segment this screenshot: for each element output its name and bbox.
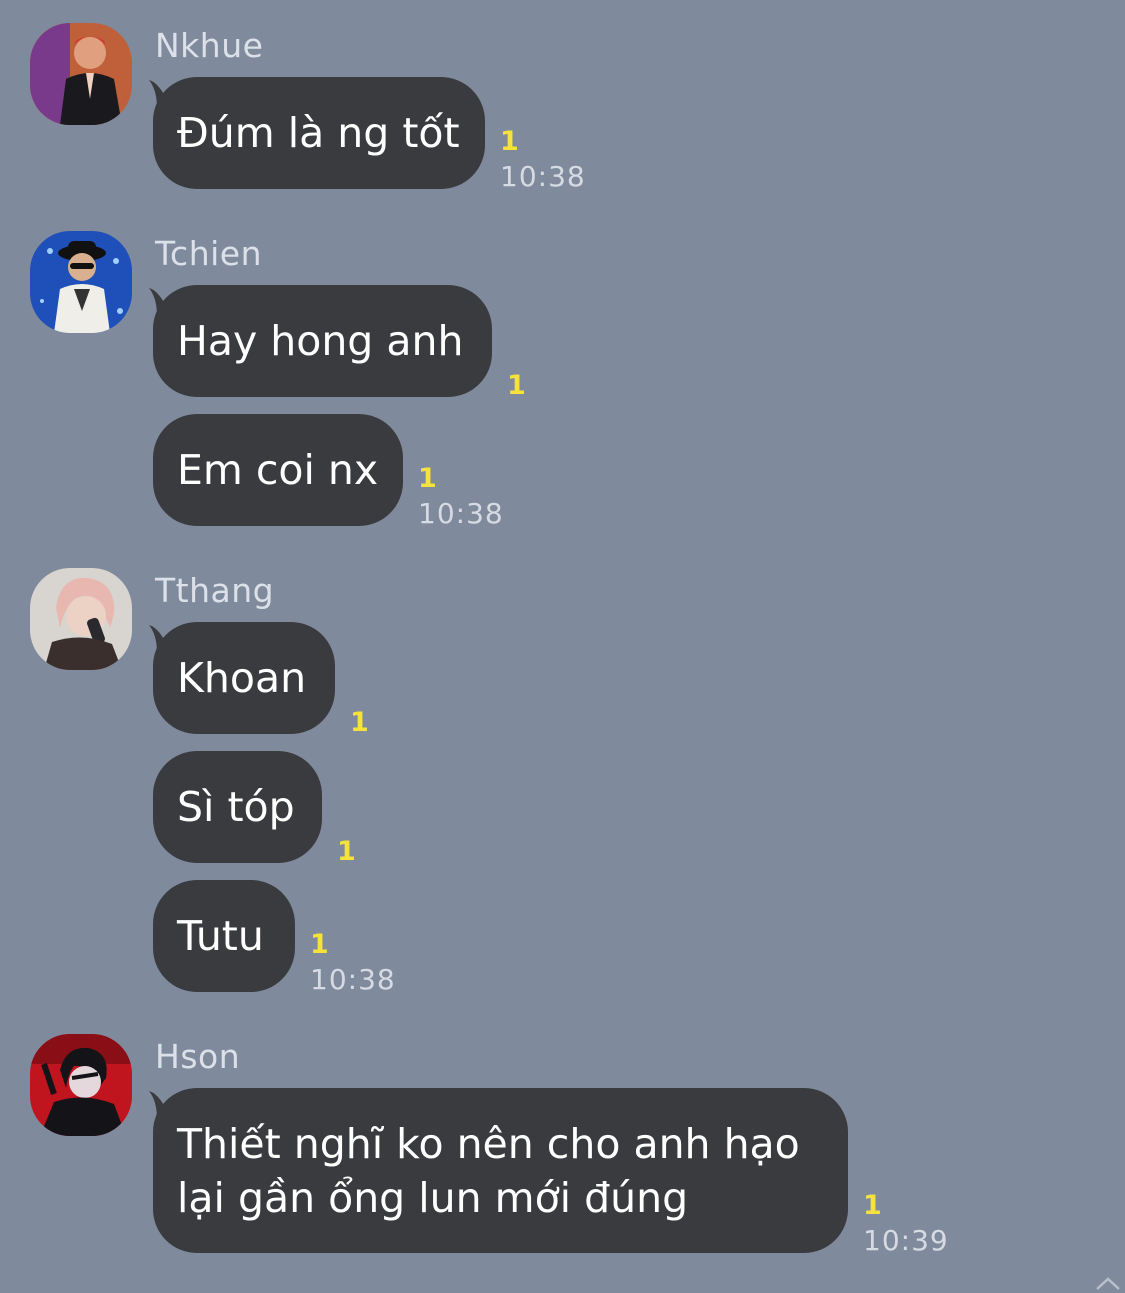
message-text: Hay hong anh <box>177 317 464 365</box>
unread-count: 1 <box>310 929 329 960</box>
message-bubble[interactable]: Thiết nghĩ ko nên cho anh hạo lại gần ổn… <box>153 1088 848 1253</box>
message-text: Khoan <box>177 654 307 702</box>
avatar-tthang[interactable] <box>30 568 132 670</box>
avatar-image <box>30 568 132 670</box>
message-text-line2: lại gần ổng lun mới đúng <box>177 1173 689 1222</box>
unread-count: 1 <box>507 370 526 401</box>
avatar-image <box>30 231 132 333</box>
message-bubble[interactable]: Khoan <box>153 622 335 734</box>
unread-count: 1 <box>863 1190 882 1221</box>
message-text-line1: Thiết nghĩ ko nên cho anh hạo <box>177 1119 800 1168</box>
avatar-image <box>30 23 132 125</box>
unread-count: 1 <box>337 836 356 867</box>
sender-name: Tchien <box>155 234 262 273</box>
message-time: 10:38 <box>310 963 396 996</box>
scroll-arrow-icon[interactable] <box>1095 1277 1121 1291</box>
avatar-image <box>30 1034 132 1136</box>
message-time: 10:38 <box>418 497 504 530</box>
message-bubble[interactable]: Sì tóp <box>153 751 322 863</box>
message-text: Đúm là ng tốt <box>177 109 460 157</box>
unread-count: 1 <box>418 463 437 494</box>
avatar-hson[interactable] <box>30 1034 132 1136</box>
unread-count: 1 <box>350 707 369 738</box>
sender-name: Hson <box>155 1037 241 1076</box>
avatar-tchien[interactable] <box>30 231 132 333</box>
message-bubble[interactable]: Tutu <box>153 880 295 992</box>
message-text: Tutu <box>177 912 264 960</box>
message-text: Em coi nx <box>177 446 379 494</box>
unread-count: 1 <box>500 126 519 157</box>
sender-name: Tthang <box>155 571 275 610</box>
message-bubble[interactable]: Hay hong anh <box>153 285 492 397</box>
message-bubble[interactable]: Đúm là ng tốt <box>153 77 485 189</box>
sender-name: Nkhue <box>155 26 264 65</box>
message-time: 10:39 <box>863 1224 949 1257</box>
message-text: Sì tóp <box>177 783 295 831</box>
avatar-nkhue[interactable] <box>30 23 132 125</box>
message-bubble[interactable]: Em coi nx <box>153 414 403 526</box>
message-time: 10:38 <box>500 160 586 193</box>
